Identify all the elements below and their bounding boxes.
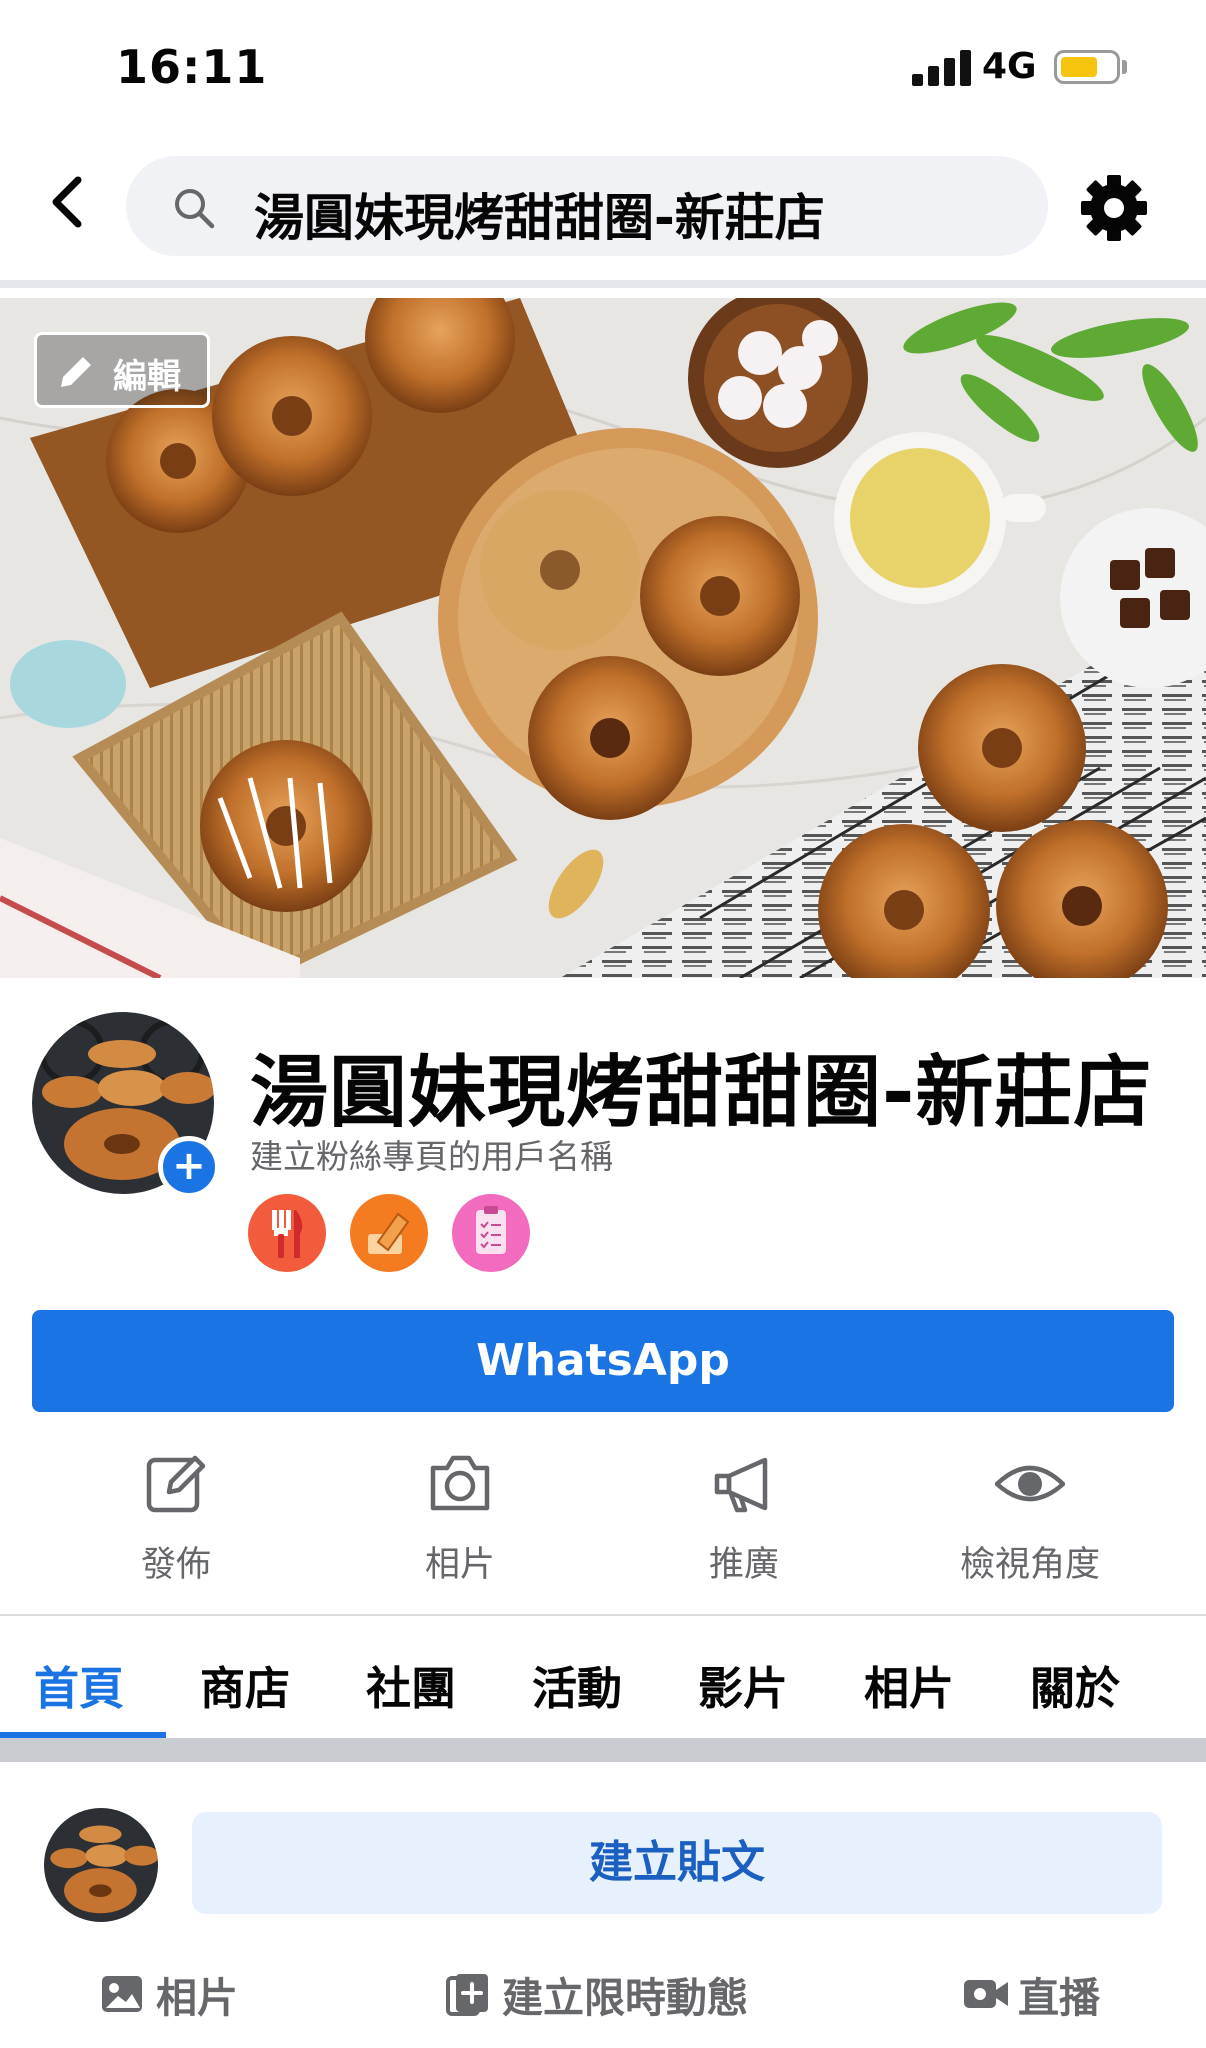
create-username-link[interactable]: 建立粉絲專頁的用戶名稱: [250, 1130, 613, 1178]
search-icon: [175, 189, 215, 229]
tab-events[interactable]: 活動: [532, 1652, 622, 1717]
tab-photos[interactable]: 相片: [864, 1652, 954, 1717]
go-live-label: 直播: [1018, 1974, 1100, 2022]
back-button[interactable]: [40, 172, 100, 232]
photo-label: 相片: [424, 1545, 495, 1585]
promote-button[interactable]: 推廣: [602, 1442, 886, 1592]
search-bar[interactable]: 湯圓妹現烤甜甜圈-新莊店: [126, 156, 1048, 256]
eye-icon: [995, 1465, 1065, 1502]
avatar-add-button[interactable]: +: [158, 1136, 220, 1198]
page-tabs: 首頁 商店 社團 活動 影片 相片 關於: [0, 1616, 1206, 1740]
section-separator: [0, 1738, 1206, 1762]
edit-cover-label: 編輯: [113, 357, 181, 397]
edit-cover-button[interactable]: 編輯: [34, 332, 210, 408]
plus-icon: +: [172, 1143, 206, 1189]
cover-photo[interactable]: 編輯: [0, 298, 1206, 978]
chevron-left-icon: [52, 176, 82, 228]
edit-pencil-icon[interactable]: [350, 1194, 428, 1272]
live-video-icon: [964, 1980, 1008, 2008]
view-as-button[interactable]: 檢視角度: [888, 1442, 1172, 1592]
publish-label: 發佈: [140, 1545, 211, 1585]
page-title: 湯圓妹現烤甜甜圈-新莊店: [250, 1048, 1153, 1138]
compose-icon: [146, 1455, 206, 1513]
create-story-label: 建立限時動態: [502, 1974, 748, 2022]
avatar-image: [44, 1808, 158, 1922]
search-query: 湯圓妹現烤甜甜圈-新莊店: [254, 189, 825, 247]
story-add-icon: [446, 1974, 488, 2016]
megaphone-icon: [714, 1457, 768, 1513]
settings-button[interactable]: [1078, 172, 1150, 244]
view-as-label: 檢視角度: [959, 1545, 1100, 1585]
create-post-button[interactable]: 建立貼文: [192, 1812, 1162, 1914]
network-type: 4G: [982, 46, 1037, 87]
status-bar: 16:11 4G: [0, 0, 1206, 136]
composer-avatar: [44, 1808, 158, 1922]
tab-groups[interactable]: 社團: [366, 1652, 456, 1717]
camera-icon: [430, 1455, 490, 1511]
top-nav: 湯圓妹現烤甜甜圈-新莊店: [0, 146, 1206, 264]
publish-button[interactable]: 發佈: [34, 1442, 318, 1592]
tab-videos[interactable]: 影片: [698, 1652, 788, 1717]
battery-icon: [1054, 50, 1120, 84]
pencil-icon: [61, 357, 91, 387]
clipboard-checklist-icon[interactable]: [452, 1194, 530, 1272]
photo-button[interactable]: 相片: [318, 1442, 602, 1592]
gear-icon: [1081, 175, 1147, 241]
tab-home[interactable]: 首頁: [34, 1652, 124, 1717]
restaurant-icon[interactable]: [248, 1194, 326, 1272]
signal-icon: [912, 50, 972, 86]
promote-label: 推廣: [708, 1545, 779, 1585]
whatsapp-button[interactable]: WhatsApp: [32, 1310, 1174, 1412]
composer-photo-label: 相片: [156, 1974, 238, 2022]
tab-shop[interactable]: 商店: [200, 1652, 290, 1717]
photo-icon: [102, 1976, 142, 2012]
tab-about[interactable]: 關於: [1030, 1652, 1120, 1717]
status-time: 16:11: [116, 40, 268, 94]
divider: [0, 280, 1206, 288]
